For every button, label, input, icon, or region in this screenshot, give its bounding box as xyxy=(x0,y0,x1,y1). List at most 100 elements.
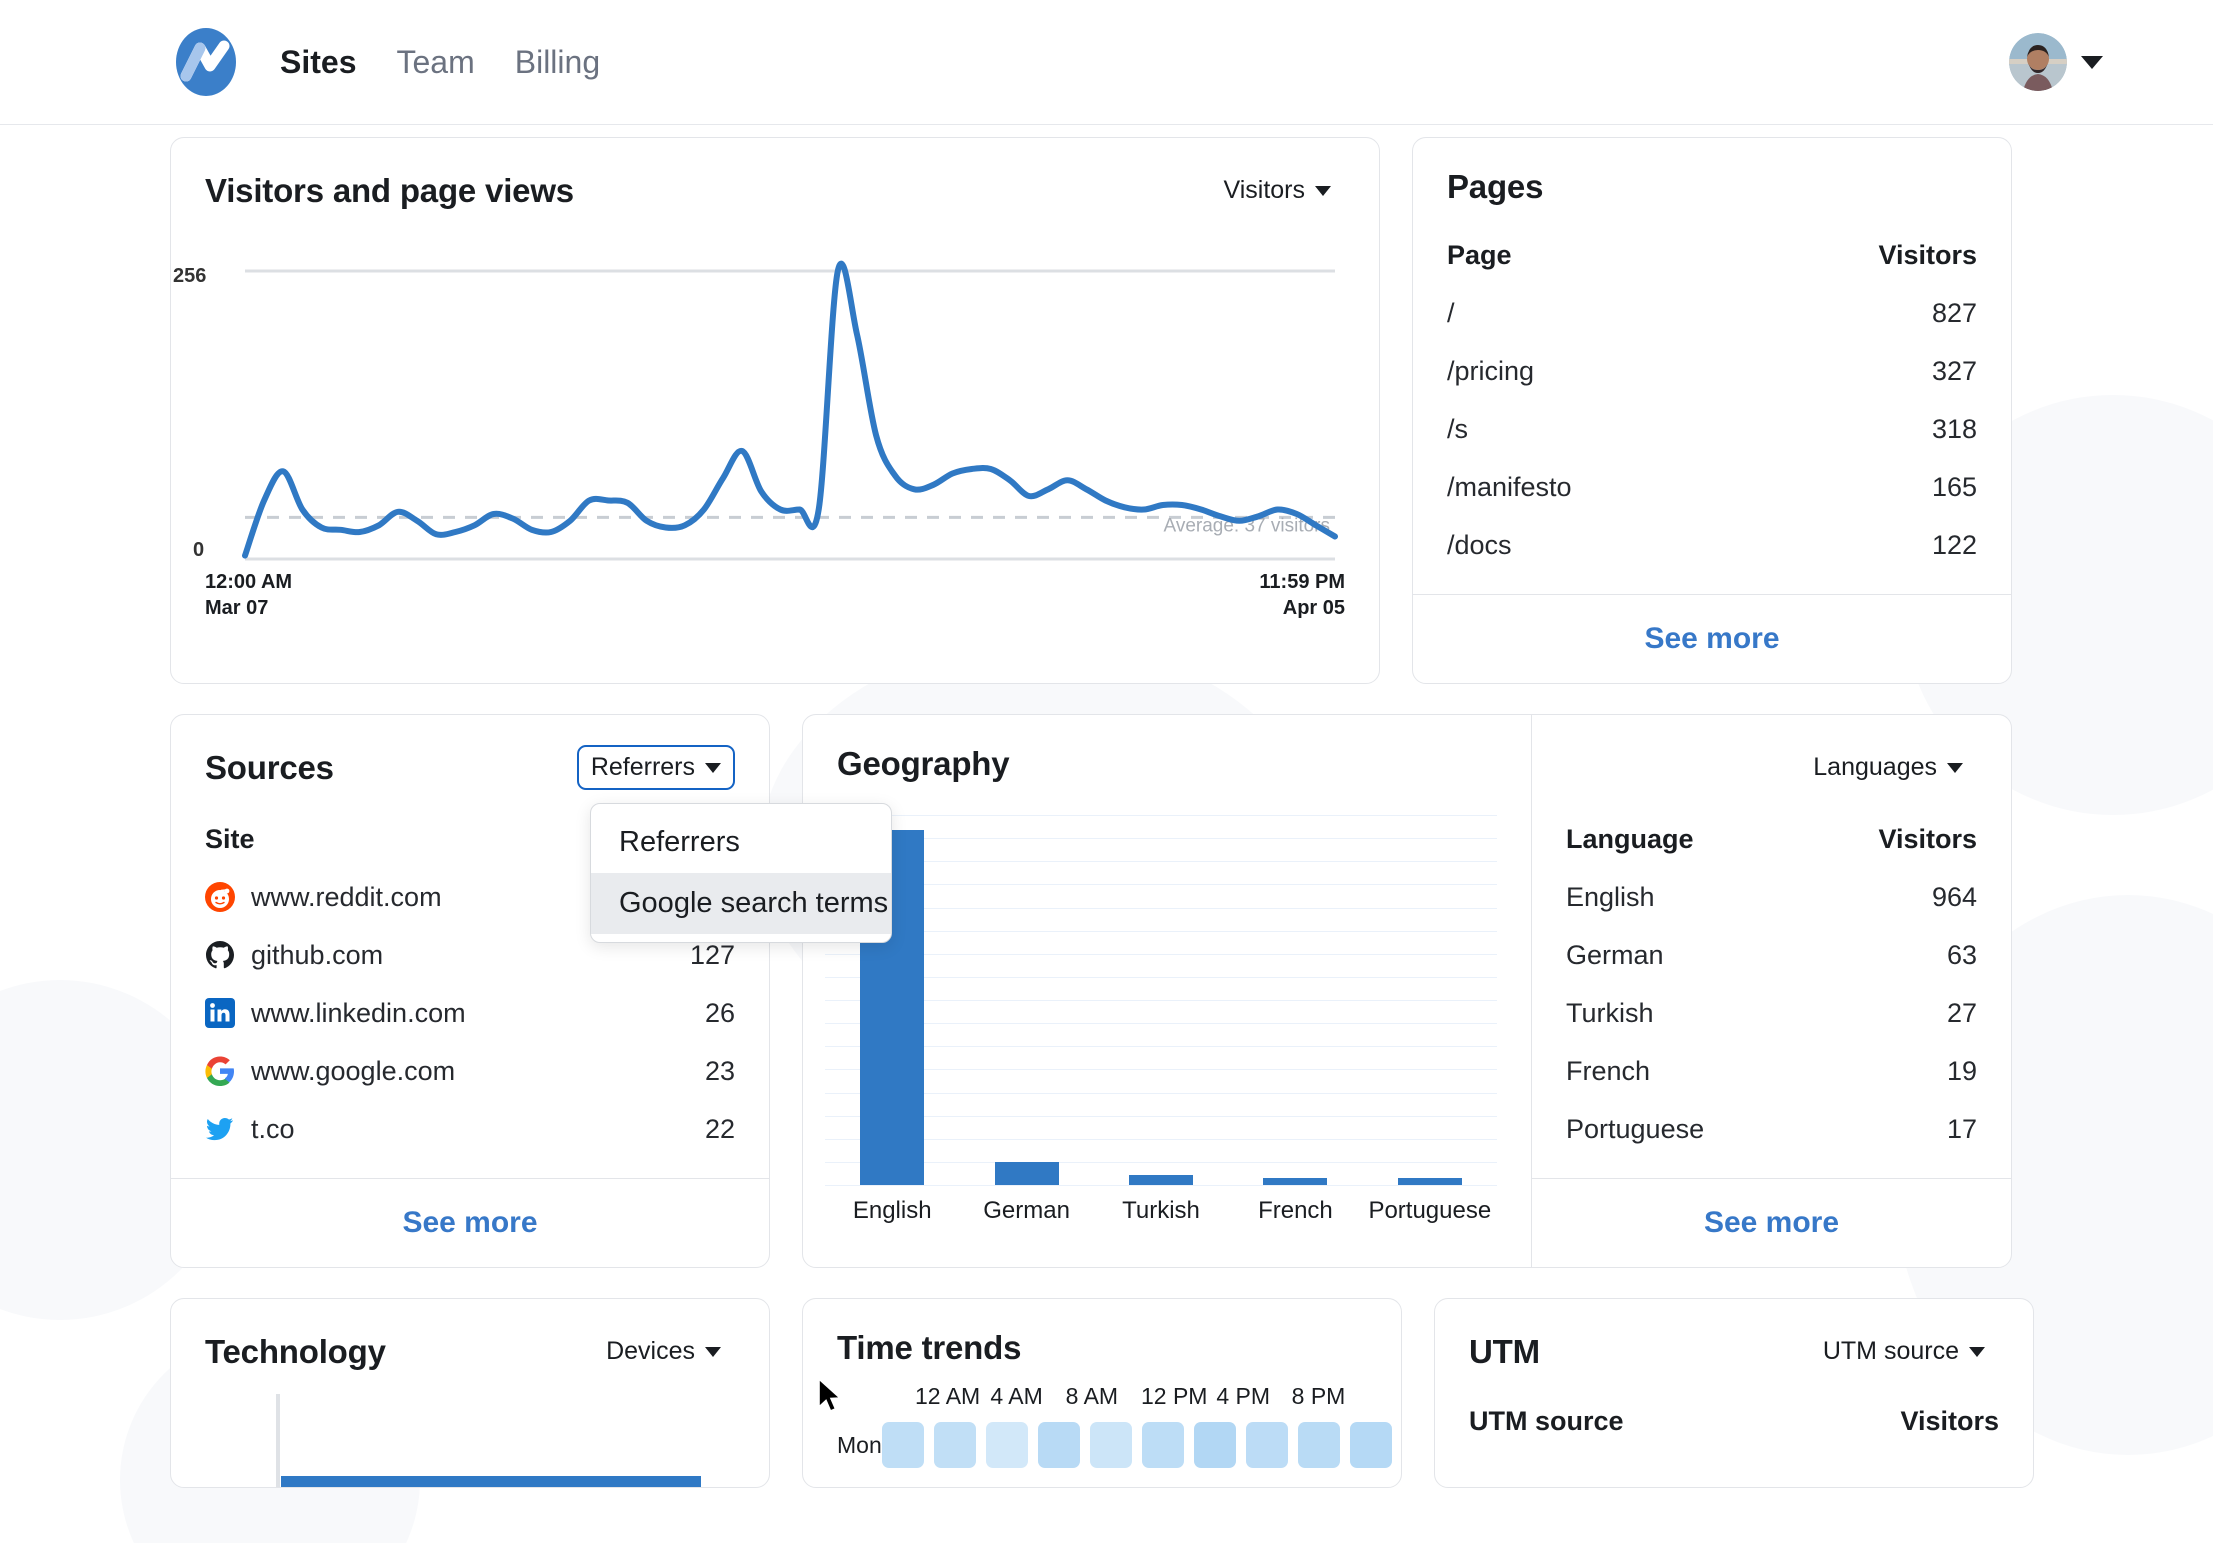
geography-dimension-picker[interactable]: Languages xyxy=(1799,745,1977,790)
time-trends-card: Time trends 12 AM4 AM8 AM12 PM4 PM8 PM M… xyxy=(802,1298,1402,1488)
chart-y-axis xyxy=(276,1394,280,1488)
heatmap-cell[interactable] xyxy=(1298,1422,1340,1468)
table-row[interactable]: German 63 xyxy=(1566,926,1977,984)
heatmap-cell[interactable] xyxy=(1350,1422,1392,1468)
geography-card: Geography EnglishGermanTurkishFrenchPort… xyxy=(802,714,2012,1268)
column-header-utm-source: UTM source xyxy=(1469,1406,1900,1437)
heatmap-cell[interactable] xyxy=(1090,1422,1132,1468)
heatmap-cell[interactable] xyxy=(934,1422,976,1468)
sources-see-more-link[interactable]: See more xyxy=(171,1178,769,1267)
table-row[interactable]: /docs 122 xyxy=(1447,516,1977,574)
language-name: English xyxy=(1566,882,1932,913)
avatar[interactable] xyxy=(2009,33,2067,91)
column-header-language: Language xyxy=(1566,824,1878,855)
bar-column[interactable] xyxy=(1094,815,1228,1185)
heatmap-day-label: Mon xyxy=(837,1432,882,1459)
card-header: Visitors and page views Visitors xyxy=(171,138,1379,221)
technology-card: Technology Devices xyxy=(170,1298,770,1488)
table-row[interactable]: Portuguese 17 xyxy=(1566,1100,1977,1158)
heatmap-hour-labels: 12 AM4 AM8 AM12 PM4 PM8 PM xyxy=(915,1383,1367,1410)
dropdown-option-google-search-terms[interactable]: Google search terms xyxy=(591,873,891,934)
page-visitors: 122 xyxy=(1932,530,1977,561)
table-row[interactable]: www.linkedin.com 26 xyxy=(205,984,735,1042)
y-axis-max-label: 256 xyxy=(173,265,206,288)
geography-bar-chart xyxy=(825,815,1497,1185)
bar-column[interactable] xyxy=(1363,815,1497,1185)
card-header: Technology Devices xyxy=(171,1299,769,1382)
card-header: UTM UTM source xyxy=(1435,1299,2033,1380)
page-path: /s xyxy=(1447,414,1932,445)
heatmap-cell[interactable] xyxy=(1194,1422,1236,1468)
top-navigation-bar: Sites Team Billing xyxy=(0,0,2213,125)
dashboard-content: Visitors and page views Visitors 256 0 A… xyxy=(0,125,2213,1488)
chart-bar[interactable] xyxy=(1129,1175,1193,1185)
heatmap-cell[interactable] xyxy=(1246,1422,1288,1468)
bar-label: English xyxy=(825,1197,959,1225)
table-row[interactable]: English 964 xyxy=(1566,868,1977,926)
visitors-metric-picker[interactable]: Visitors xyxy=(1209,168,1345,213)
source-site: www.reddit.com xyxy=(251,882,442,913)
language-visitors: 964 xyxy=(1932,882,1977,913)
table-row[interactable]: French 19 xyxy=(1566,1042,1977,1100)
nav-item-billing[interactable]: Billing xyxy=(515,44,600,81)
y-axis-min-label: 0 xyxy=(193,539,204,562)
nav-item-team[interactable]: Team xyxy=(396,44,474,81)
table-row[interactable]: www.google.com 23 xyxy=(205,1042,735,1100)
column-header-visitors: Visitors xyxy=(1878,240,1977,271)
chevron-down-icon xyxy=(1969,1347,1985,1357)
language-name: Portuguese xyxy=(1566,1114,1947,1145)
table-row[interactable]: Turkish 27 xyxy=(1566,984,1977,1042)
app-logo-icon[interactable] xyxy=(170,26,242,98)
table-row[interactable]: / 827 xyxy=(1447,284,1977,342)
utm-dimension-picker[interactable]: UTM source xyxy=(1809,1329,1999,1374)
technology-dimension-picker[interactable]: Devices xyxy=(592,1329,735,1374)
bar-label: Portuguese xyxy=(1363,1197,1497,1225)
sources-card: Sources Referrers Site xyxy=(170,714,770,1268)
bar-label: French xyxy=(1228,1197,1362,1225)
bar-label: Turkish xyxy=(1094,1197,1228,1225)
table-header-row: Page Visitors xyxy=(1447,226,1977,284)
page-path: /docs xyxy=(1447,530,1932,561)
geography-see-more-link[interactable]: See more xyxy=(1532,1178,2011,1267)
visitors-and-page-views-card: Visitors and page views Visitors 256 0 A… xyxy=(170,137,1380,684)
table-row[interactable]: /pricing 327 xyxy=(1447,342,1977,400)
table-row[interactable]: /manifesto 165 xyxy=(1447,458,1977,516)
source-site: t.co xyxy=(251,1114,295,1145)
page-title: Technology xyxy=(205,1333,386,1371)
source-site: www.google.com xyxy=(251,1056,455,1087)
chart-bar[interactable] xyxy=(1263,1178,1327,1185)
heatmap-cell[interactable] xyxy=(986,1422,1028,1468)
chevron-down-icon[interactable] xyxy=(2081,56,2103,69)
dashboard-row-2: Sources Referrers Site xyxy=(170,714,2103,1268)
heatmap-cell[interactable] xyxy=(882,1422,924,1468)
bar-column[interactable] xyxy=(959,815,1093,1185)
pages-table: Page Visitors / 827 /pricing 327 /s 318 xyxy=(1413,214,2011,574)
pages-see-more-link[interactable]: See more xyxy=(1413,594,2011,683)
chevron-down-icon xyxy=(1947,763,1963,773)
languages-table: Language Visitors English 964 German 63 xyxy=(1532,798,2011,1158)
bar-column[interactable] xyxy=(1228,815,1362,1185)
table-row[interactable]: /s 318 xyxy=(1447,400,1977,458)
language-visitors: 27 xyxy=(1947,998,1977,1029)
chart-bar[interactable] xyxy=(1398,1178,1462,1185)
language-name: French xyxy=(1566,1056,1947,1087)
chart-bar[interactable] xyxy=(995,1162,1059,1185)
heatmap-cell[interactable] xyxy=(1038,1422,1080,1468)
pages-card: Pages Page Visitors / 827 /pricing 327 xyxy=(1412,137,2012,684)
sources-metric-picker[interactable]: Referrers xyxy=(577,745,735,790)
table-row[interactable]: t.co 22 xyxy=(205,1100,735,1158)
linkedin-icon xyxy=(205,998,235,1028)
chart-gridline xyxy=(825,1185,1497,1186)
heatmap-hour-label: 12 AM xyxy=(915,1383,990,1410)
nav-item-sites[interactable]: Sites xyxy=(280,44,356,81)
language-visitors: 63 xyxy=(1947,940,1977,971)
page-title: Visitors and page views xyxy=(205,172,574,210)
picker-label: Referrers xyxy=(591,753,695,782)
dropdown-option-referrers[interactable]: Referrers xyxy=(591,812,891,873)
heatmap-cell[interactable] xyxy=(1142,1422,1184,1468)
account-menu[interactable] xyxy=(2009,33,2103,91)
sources-metric-dropdown-menu[interactable]: Referrers Google search terms xyxy=(590,803,892,943)
picker-label: Devices xyxy=(606,1337,695,1366)
technology-bar-chart xyxy=(171,1382,769,1488)
picker-label: Visitors xyxy=(1223,176,1305,205)
